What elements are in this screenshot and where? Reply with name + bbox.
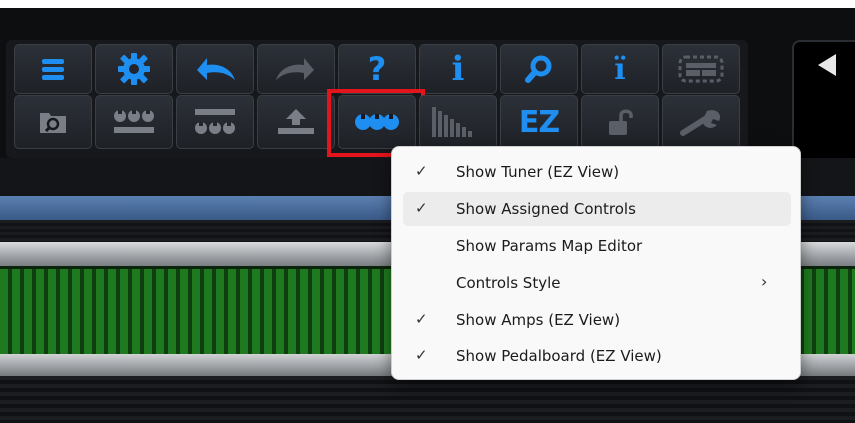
folder-search-icon <box>40 113 66 133</box>
triangle-left-icon[interactable] <box>818 54 836 76</box>
layout-panel-icon <box>678 55 724 83</box>
context-menu: ✓ Show Tuner (EZ View) ✓ Show Assigned C… <box>391 146 801 380</box>
menu-item-label: Show Pedalboard (EZ View) <box>456 347 662 365</box>
menu-item-controls-style[interactable]: Controls Style › <box>403 266 791 300</box>
tools-button[interactable] <box>662 95 740 149</box>
info-detail-button[interactable]: ï <box>581 44 659 94</box>
navigation-panel <box>792 40 855 162</box>
menu-button[interactable] <box>14 44 92 94</box>
menu-item-show-params-map-editor[interactable]: Show Params Map Editor <box>403 229 791 263</box>
checkmark-icon: ✓ <box>415 162 428 180</box>
meter-button[interactable] <box>419 95 497 149</box>
ez-icon: EZ <box>518 104 560 140</box>
undo-icon <box>197 58 235 80</box>
chevron-right-icon: › <box>761 272 768 291</box>
layout-button[interactable] <box>662 44 740 94</box>
help-button[interactable]: ? <box>338 44 416 94</box>
menu-item-label: Show Assigned Controls <box>456 200 636 218</box>
settings-button[interactable] <box>95 44 173 94</box>
menu-item-label: Show Params Map Editor <box>456 237 643 255</box>
lock-button[interactable] <box>581 95 659 149</box>
search-button[interactable] <box>500 44 578 94</box>
undo-button[interactable] <box>176 44 254 94</box>
level-meter-icon <box>432 107 472 137</box>
checkmark-icon: ✓ <box>415 310 428 328</box>
upload-tray-icon <box>278 109 314 134</box>
unlock-icon <box>609 109 633 135</box>
browser-button[interactable] <box>14 95 92 149</box>
window-top-edge <box>0 0 855 8</box>
background-band-bottom <box>0 376 855 423</box>
ez-view-button[interactable]: EZ <box>500 95 578 149</box>
question-mark-icon: ? <box>367 50 387 88</box>
gear-icon <box>118 53 150 85</box>
menu-item-label: Show Tuner (EZ View) <box>456 163 620 181</box>
controls-row-button[interactable] <box>95 95 173 149</box>
menu-item-show-assigned-controls[interactable]: ✓ Show Assigned Controls <box>403 192 791 226</box>
menu-item-label: Show Amps (EZ View) <box>456 311 621 329</box>
checkmark-icon: ✓ <box>415 346 428 364</box>
export-button[interactable] <box>257 95 335 149</box>
hamburger-icon <box>42 59 64 80</box>
wrench-icon <box>680 110 721 136</box>
knobs-bar-icon <box>114 110 154 133</box>
info-double-icon: ï <box>614 51 626 87</box>
menu-item-label: Controls Style <box>456 274 561 292</box>
redo-button[interactable] <box>257 44 335 94</box>
menu-item-show-tuner[interactable]: ✓ Show Tuner (EZ View) <box>403 155 791 189</box>
controls-bar-button[interactable] <box>176 95 254 149</box>
magnifier-icon <box>525 55 552 83</box>
menu-item-show-amps[interactable]: ✓ Show Amps (EZ View) <box>403 303 791 337</box>
bar-knobs-icon <box>195 109 235 134</box>
checkmark-icon: ✓ <box>415 199 428 217</box>
info-icon: i <box>451 49 465 89</box>
redo-icon <box>276 58 314 80</box>
info-button[interactable]: i <box>419 44 497 94</box>
menu-item-show-pedalboard[interactable]: ✓ Show Pedalboard (EZ View) <box>403 339 791 373</box>
